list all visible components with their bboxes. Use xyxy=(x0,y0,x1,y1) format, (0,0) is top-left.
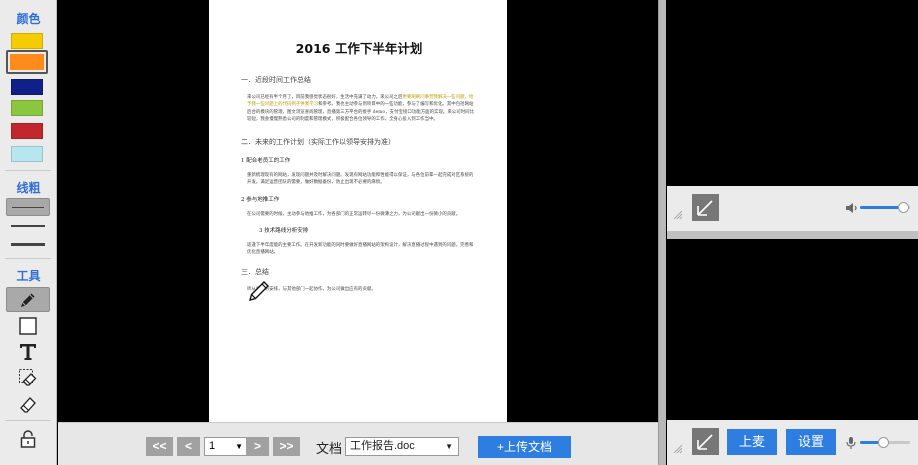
paragraph: 适逢下半年度能的主要工作。在开发新功能的同时要做好直播网站的架构设计，解决直播过… xyxy=(247,243,474,256)
eraser-tool-button[interactable] xyxy=(6,391,50,416)
teacher-video xyxy=(667,0,918,186)
pen-cursor-icon xyxy=(248,278,272,307)
raise-hand-button[interactable]: 上麦 xyxy=(727,429,777,455)
lock-icon xyxy=(20,429,36,448)
toolbar-divider xyxy=(5,420,51,421)
expand-icon xyxy=(697,200,713,216)
eraser-icon xyxy=(20,396,36,413)
upload-document-button[interactable]: +上传文档 xyxy=(478,436,571,458)
rectangle-icon xyxy=(19,316,37,335)
text-tool-button[interactable] xyxy=(6,339,50,364)
color-swatch-yellow[interactable] xyxy=(11,33,43,49)
document-controls-bar: << < 1 ▼ > >> 文档 工作报告.doc ▼ +上传文档 xyxy=(58,422,658,465)
color-swatch-red[interactable] xyxy=(11,123,43,139)
fullscreen-button[interactable] xyxy=(692,194,719,221)
color-swatch-navy[interactable] xyxy=(11,79,43,95)
dropdown-arrow-icon: ▼ xyxy=(235,442,243,451)
dropdown-arrow-icon: ▼ xyxy=(445,442,453,451)
next-page-button[interactable]: > xyxy=(246,437,269,456)
first-page-button[interactable]: << xyxy=(146,437,173,456)
mic-slider-knob[interactable] xyxy=(878,437,889,448)
subsection-heading: 1 配合老员工的工作 xyxy=(241,158,291,165)
paragraph: 来公司已经有半个月了，目前我感觉状态很好，生活中充满了动力。来公司之后更要刷刷问… xyxy=(247,95,475,122)
last-page-button[interactable]: >> xyxy=(273,437,300,456)
page-number-value: 1 xyxy=(209,440,216,452)
color-swatch-green[interactable] xyxy=(11,100,43,116)
whiteboard-toolbar: 颜色 线粗 工具 xyxy=(0,0,57,465)
document-title: 2016 工作下半年计划 xyxy=(295,41,423,56)
subsection-heading: 2 参与地推工作 xyxy=(241,196,280,203)
color-swatch-orange[interactable] xyxy=(6,50,48,74)
volume-slider-knob[interactable] xyxy=(898,202,909,213)
mic-slider[interactable] xyxy=(860,437,910,448)
student-video xyxy=(667,239,918,420)
video-separator xyxy=(667,231,918,239)
eraser-region-icon xyxy=(19,368,37,386)
pen-icon xyxy=(21,293,35,307)
section-heading: 一．近段时间工作总结 xyxy=(241,76,311,84)
toolbar-divider xyxy=(5,258,51,259)
document-select[interactable]: 工作报告.doc ▼ xyxy=(345,437,459,456)
paragraph: 在公司需要的时候，主动参与地推工作，为各部门的正常运转尽一份微薄之力，为公司献出… xyxy=(247,211,461,217)
lock-button[interactable] xyxy=(6,426,50,451)
microphone-icon[interactable] xyxy=(845,436,857,455)
resize-grip-icon xyxy=(673,207,683,225)
student-video-controls: 上麦 设置 xyxy=(667,420,918,465)
expand-icon xyxy=(697,434,713,450)
page-number-select[interactable]: 1 ▼ xyxy=(204,437,248,456)
paragraph: 重新梳理现有的网站，发现问题并及时解决问题。发现有网站功能和性能得以保证，与各位… xyxy=(247,173,474,186)
volume-slider-fill xyxy=(860,206,903,209)
line-width-heading: 线粗 xyxy=(16,181,41,195)
color-heading: 颜色 xyxy=(16,12,41,26)
pen-tool-button[interactable] xyxy=(6,287,50,312)
fullscreen-button[interactable] xyxy=(692,428,719,455)
toolbar-divider xyxy=(5,170,51,171)
rectangle-tool-button[interactable] xyxy=(6,313,50,338)
resize-grip-icon xyxy=(673,441,683,459)
panel-divider[interactable] xyxy=(658,0,666,465)
section-heading: 三．总结 xyxy=(241,267,269,276)
line-width-medium[interactable] xyxy=(6,217,50,235)
line-width-thin[interactable] xyxy=(6,198,50,216)
previous-page-button[interactable]: < xyxy=(177,437,200,456)
teacher-video-controls xyxy=(667,186,918,231)
document-viewer[interactable]: 2016 工作下半年计划 一．近段时间工作总结 来公司已经有半个月了，目前我感觉… xyxy=(58,0,658,422)
line-width-thick[interactable] xyxy=(6,235,50,253)
document-select-value: 工作报告.doc xyxy=(350,440,415,452)
tool-heading: 工具 xyxy=(16,269,41,283)
subsection-heading: 3 技术路线分析安排 xyxy=(259,228,309,235)
color-swatch-light-blue[interactable] xyxy=(11,146,43,162)
volume-slider[interactable] xyxy=(860,202,910,213)
document-label: 文档 xyxy=(316,441,343,456)
settings-button[interactable]: 设置 xyxy=(786,429,836,455)
region-eraser-tool-button[interactable] xyxy=(6,365,50,390)
document-page[interactable]: 2016 工作下半年计划 一．近段时间工作总结 来公司已经有半个月了，目前我感觉… xyxy=(209,0,507,422)
text-icon xyxy=(20,343,36,360)
speaker-icon[interactable] xyxy=(845,201,859,220)
section-heading: 二．未来的工作计划（实际工作以领导安排为准） xyxy=(241,138,395,147)
paragraph: 听从领导的安排，与其他部门一起协作，为公司做出应有的贡献。 xyxy=(247,286,376,292)
